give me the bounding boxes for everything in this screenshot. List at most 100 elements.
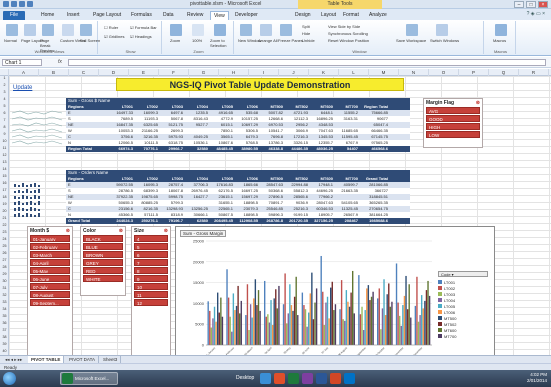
bar-LT005[interactable]: [383, 279, 385, 345]
switch-windows-label[interactable]: Switch Windows: [430, 38, 459, 43]
row-header[interactable]: 12: [0, 153, 9, 157]
slicer-item-color[interactable]: BLUE: [83, 243, 123, 250]
bar-LT003[interactable]: [229, 316, 231, 345]
split-button[interactable]: Split: [302, 24, 310, 29]
bar-MT502[interactable]: [312, 319, 315, 345]
bar-MT500[interactable]: [273, 298, 275, 345]
bar-MT600[interactable]: [352, 270, 354, 345]
bar-MT500[interactable]: [330, 287, 332, 345]
bar-MT502[interactable]: [425, 290, 428, 345]
excel-pinned-icon[interactable]: [288, 373, 299, 384]
column-header[interactable]: J: [279, 69, 309, 76]
bar-LT005[interactable]: [308, 312, 310, 345]
tab-data[interactable]: Data: [160, 11, 177, 20]
row-header[interactable]: 3: [0, 90, 9, 94]
bar-LT002[interactable]: [303, 305, 305, 345]
bar-LT006[interactable]: [234, 310, 236, 345]
bar-MT700[interactable]: [315, 288, 318, 345]
explorer-icon[interactable]: [260, 373, 271, 384]
total-cell[interactable]: 466568.6: [360, 146, 390, 152]
slicer-item-color[interactable]: GREY: [83, 259, 123, 266]
tab-design[interactable]: Design: [292, 11, 314, 20]
slicer-item-size[interactable]: 4: [134, 235, 168, 242]
legend-filter-dropdown[interactable]: Code ▾: [438, 271, 488, 277]
bar-MT700[interactable]: [372, 291, 374, 345]
word-icon[interactable]: [316, 373, 327, 384]
total-cell[interactable]: 201720.35: [285, 218, 310, 224]
pivot-total-row[interactable]: Region Total 66974.3 70776.1 29966.7 32580 48…: [66, 146, 410, 152]
bar-LT005[interactable]: [232, 293, 235, 345]
bar-LT003[interactable]: [267, 314, 269, 345]
slicer-item-color[interactable]: BLACK: [83, 235, 123, 242]
bar-MT600[interactable]: [333, 310, 335, 345]
save-workspace-label[interactable]: Save Workspace: [396, 38, 426, 43]
new-window-icon[interactable]: [240, 24, 252, 36]
help-icon[interactable]: ? ◈ ▭ ×: [527, 11, 545, 17]
column-header[interactable]: O: [429, 69, 459, 76]
total-cell[interactable]: 1985088.6: [360, 218, 390, 224]
pivot-table-gross[interactable]: Sum - Gross $ Name Regions LT001 LT002 LT003…: [66, 98, 410, 152]
slicer-item-color[interactable]: WHITE: [83, 275, 123, 282]
bar-LT001[interactable]: [414, 305, 417, 345]
redo-icon[interactable]: [27, 1, 33, 7]
bar-LT003[interactable]: [399, 315, 401, 345]
total-cell[interactable]: 208467: [335, 218, 360, 224]
bar-LT005[interactable]: [345, 290, 348, 345]
slicer-item-margin[interactable]: GOOD: [426, 115, 480, 122]
total-cell[interactable]: 112908.55: [235, 218, 260, 224]
bar-MT600[interactable]: [389, 306, 392, 345]
slicer-item-size[interactable]: 12: [134, 299, 168, 306]
pivot-total-row[interactable]: Grand Total 244024.3 250276.1 79196.7 62580 2…: [66, 218, 410, 224]
bar-MT600[interactable]: [370, 296, 373, 345]
row-header[interactable]: 35: [0, 314, 9, 318]
row-header[interactable]: 33: [0, 300, 9, 304]
bar-LT001[interactable]: [264, 280, 266, 345]
bar-MT700[interactable]: [334, 304, 337, 345]
bar-LT006[interactable]: [384, 315, 387, 345]
bar-LT003[interactable]: [286, 323, 288, 345]
column-header[interactable]: H: [219, 69, 249, 76]
tab-layout[interactable]: Layout: [318, 11, 339, 20]
bar-MT700[interactable]: [278, 285, 280, 345]
slicer-item-size[interactable]: 7: [134, 259, 168, 266]
total-cell[interactable]: 44486.35: [285, 146, 310, 152]
bar-LT006[interactable]: [422, 308, 424, 345]
tab-page-layout[interactable]: Page Layout: [90, 11, 124, 20]
bar-LT004[interactable]: [287, 313, 289, 345]
bar-LT006[interactable]: [403, 295, 406, 345]
sheet-tab-sheet3[interactable]: Sheet3: [100, 356, 122, 363]
row-header[interactable]: 2: [0, 83, 9, 87]
bar-LT005[interactable]: [213, 306, 216, 345]
slicer-item-size[interactable]: 10: [134, 283, 168, 290]
total-cell[interactable]: 327156.25: [310, 218, 335, 224]
total-cell[interactable]: 70776.1: [135, 146, 160, 152]
page-break-preview-icon[interactable]: [42, 24, 54, 36]
slicer-item-size[interactable]: 5: [134, 243, 168, 250]
bar-LT002[interactable]: [265, 316, 267, 345]
clear-filter-icon[interactable]: ⊗: [164, 227, 168, 235]
bar-MT502[interactable]: [256, 305, 258, 345]
row-header[interactable]: 13: [0, 160, 9, 164]
total-cell[interactable]: 208495.45: [210, 218, 235, 224]
freeze-panes-icon[interactable]: [280, 24, 292, 36]
total-cell[interactable]: 46338.8: [260, 146, 285, 152]
slicer-item-size[interactable]: 6: [134, 251, 168, 258]
total-cell[interactable]: 48485.45: [210, 146, 235, 152]
tab-file[interactable]: File: [3, 11, 25, 20]
tab-home[interactable]: Home: [38, 11, 57, 20]
bar-MT500[interactable]: [292, 310, 294, 345]
system-tray-clock[interactable]: 4:02 PM 2/01/2014: [527, 372, 547, 384]
column-header[interactable]: K: [309, 69, 339, 76]
bar-MT502[interactable]: [406, 309, 409, 345]
bar-LT001[interactable]: [207, 301, 209, 345]
column-header[interactable]: N: [399, 69, 429, 76]
clear-filter-icon[interactable]: ⊗: [66, 227, 70, 235]
bar-MT502[interactable]: [293, 296, 296, 345]
slicer-item-month[interactable]: 09-Septem...: [30, 299, 70, 306]
row-header[interactable]: 15: [0, 174, 9, 178]
row-header[interactable]: 37: [0, 328, 9, 332]
bar-MT502[interactable]: [218, 312, 220, 345]
bar-LT006[interactable]: [271, 325, 274, 345]
column-header[interactable]: D: [99, 69, 129, 76]
row-header[interactable]: 4: [0, 97, 9, 101]
